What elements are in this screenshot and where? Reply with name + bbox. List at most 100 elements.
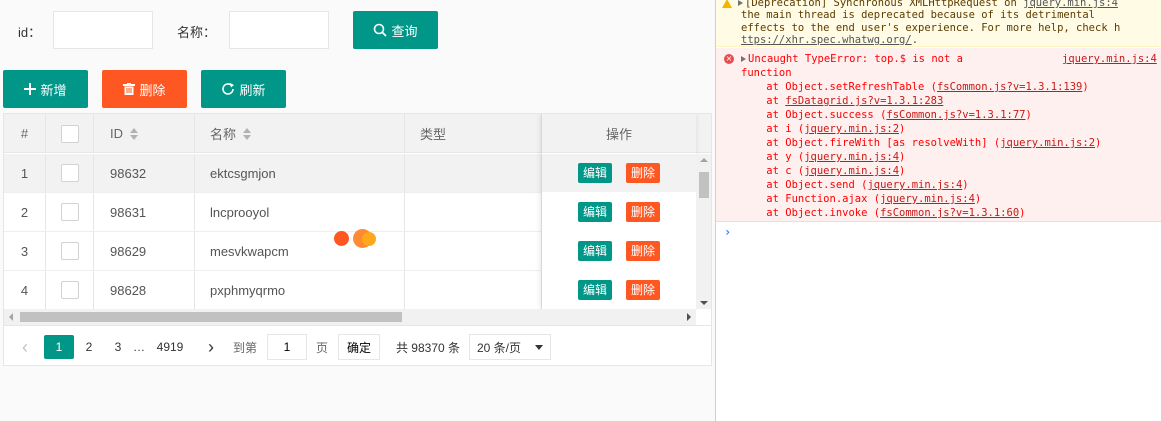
col-index: # — [4, 114, 46, 153]
source-link[interactable]: fsCommon.js?v=1.3.1:60 — [880, 207, 1019, 219]
goto-label: 到第 — [232, 340, 257, 355]
source-link[interactable]: jquery.min.js:4 — [804, 151, 899, 163]
source-link[interactable]: jquery.min.js:4 — [1062, 52, 1157, 66]
console-line: Uncaught TypeError: top.$ is not a — [741, 52, 963, 66]
edit-button[interactable]: 编辑 — [577, 202, 612, 222]
chevron-down-icon — [535, 345, 543, 350]
col-name[interactable]: 名称 — [195, 114, 405, 153]
next-page-button[interactable]: › — [204, 335, 218, 359]
horizontal-scrollbar[interactable] — [4, 309, 696, 325]
scroll-down-arrow-icon[interactable] — [700, 301, 708, 305]
cell-index: 4 — [4, 271, 46, 309]
col-id-label: ID — [110, 126, 123, 141]
stack-frame: at Object.success (fsCommon.js?v=1.3.1:7… — [741, 109, 1032, 121]
row-checkbox[interactable] — [60, 164, 79, 182]
col-type: 类型 — [405, 114, 542, 153]
cell-index: 3 — [4, 232, 46, 270]
last-page-button[interactable]: 4919 — [154, 335, 186, 359]
row-checkbox[interactable] — [60, 242, 79, 260]
source-link[interactable]: jquery.min.js:4 — [867, 179, 962, 191]
col-id[interactable]: ID — [94, 114, 195, 153]
pager-ellipsis: … — [133, 340, 145, 354]
scroll-up-arrow-icon[interactable] — [700, 158, 708, 162]
stack-frame: at fsDatagrid.js?v=1.3.1:283 — [741, 95, 944, 107]
batch-delete-button[interactable]: 删除 — [102, 70, 187, 108]
page-size-value: 20 条/页 — [477, 340, 522, 355]
sort-icon[interactable] — [130, 127, 138, 140]
row-checkbox[interactable] — [60, 203, 79, 221]
fixed-ops-column: 操作 编辑 删除 编辑 删除 编辑 删除 编辑 删除 — [542, 114, 696, 309]
stack-frame: at c (jquery.min.js:4) — [741, 165, 906, 177]
name-input[interactable] — [229, 11, 329, 49]
source-link[interactable]: jquery.min.js:4 — [804, 165, 899, 177]
delete-button[interactable]: 删除 — [626, 202, 661, 222]
goto-confirm-button[interactable]: 确定 — [338, 334, 381, 360]
edit-button[interactable]: 编辑 — [577, 280, 612, 300]
pagination: ‹ 1 2 3 … 4919 › 到第 页 确定 共 98370 条 20 条/… — [4, 325, 711, 365]
ops-cell: 编辑 删除 — [542, 193, 696, 231]
source-link[interactable]: fsCommon.js?v=1.3.1:139 — [937, 81, 1082, 93]
devtools-console: [Deprecation] Synchronous XMLHttpRequest… — [715, 0, 1161, 421]
cell-select — [46, 193, 94, 231]
cell-id: 98628 — [94, 271, 195, 309]
cell-type — [405, 232, 542, 270]
console-warning-message: [Deprecation] Synchronous XMLHttpRequest… — [716, 0, 1161, 47]
datagrid-page: id： 名称： 查询 新增 删除 刷新 # ID 名称 类型 1 98632 e… — [0, 0, 715, 421]
console-line: function — [741, 67, 792, 79]
expand-arrow-icon[interactable] — [741, 56, 746, 62]
delete-button[interactable]: 删除 — [626, 241, 661, 261]
error-icon: × — [724, 54, 734, 64]
scroll-left-arrow-icon[interactable] — [9, 313, 13, 321]
id-input[interactable] — [53, 11, 153, 49]
ops-cell: 编辑 删除 — [542, 271, 696, 309]
goto-page-input[interactable] — [267, 334, 307, 360]
console-line: the main thread is deprecated because of… — [741, 9, 1096, 21]
row-checkbox[interactable] — [60, 281, 79, 299]
source-link[interactable]: jquery.min.js:2 — [804, 123, 899, 135]
page-1-button[interactable]: 1 — [44, 335, 74, 359]
console-error-message: × Uncaught TypeError: top.$ is not a jqu… — [716, 48, 1161, 222]
cell-name: ektcsgmjon — [195, 154, 405, 192]
vertical-scrollbar[interactable] — [696, 154, 711, 309]
console-prompt[interactable]: › — [724, 225, 731, 239]
page-size-select[interactable]: 20 条/页 — [469, 334, 551, 360]
warning-icon — [722, 0, 732, 8]
cell-type — [405, 154, 542, 192]
cell-name: pxphmyqrmo — [195, 271, 405, 309]
cell-type — [405, 271, 542, 309]
cell-select — [46, 154, 94, 192]
edit-button[interactable]: 编辑 — [577, 241, 612, 261]
console-line: ttps://xhr.spec.whatwg.org/. — [741, 34, 919, 46]
source-link[interactable]: fsCommon.js?v=1.3.1:77 — [886, 109, 1025, 121]
stack-frame: at i (jquery.min.js:2) — [741, 123, 906, 135]
source-link[interactable]: fsDatagrid.js?v=1.3.1:283 — [785, 95, 943, 107]
page-3-button[interactable]: 3 — [109, 335, 127, 359]
select-all-checkbox[interactable] — [60, 124, 79, 143]
scroll-right-arrow-icon[interactable] — [687, 313, 691, 321]
refresh-button[interactable]: 刷新 — [201, 70, 286, 108]
sort-icon[interactable] — [243, 127, 252, 140]
batch-delete-button-label: 删除 — [139, 82, 166, 98]
vertical-scroll-thumb[interactable] — [699, 172, 709, 198]
expand-arrow-icon[interactable] — [738, 0, 743, 6]
app-window: id： 名称： 查询 新增 删除 刷新 # ID 名称 类型 1 98632 e… — [0, 0, 1161, 421]
page-2-button[interactable]: 2 — [80, 335, 98, 359]
add-button[interactable]: 新增 — [3, 70, 88, 108]
query-button[interactable]: 查询 — [353, 11, 438, 49]
horizontal-scroll-thumb[interactable] — [20, 312, 402, 322]
stack-frame: at y (jquery.min.js:4) — [741, 151, 906, 163]
cell-id: 98631 — [94, 193, 195, 231]
delete-button[interactable]: 删除 — [626, 163, 661, 183]
stack-frame: at Function.ajax (jquery.min.js:4) — [741, 193, 982, 205]
refresh-icon — [222, 83, 235, 95]
delete-button[interactable]: 删除 — [626, 280, 661, 300]
url-link[interactable]: ttps://xhr.spec.whatwg.org/ — [741, 34, 912, 46]
prev-page-button[interactable]: ‹ — [18, 335, 32, 359]
ops-cell: 编辑 删除 — [542, 232, 696, 270]
col-select-all — [46, 114, 94, 153]
name-label: 名称： — [177, 25, 217, 40]
source-link[interactable]: jquery.min.js:4 — [880, 193, 975, 205]
stack-frame: at Object.send (jquery.min.js:4) — [741, 179, 969, 191]
edit-button[interactable]: 编辑 — [577, 163, 612, 183]
source-link[interactable]: jquery.min.js:2 — [1000, 137, 1095, 149]
